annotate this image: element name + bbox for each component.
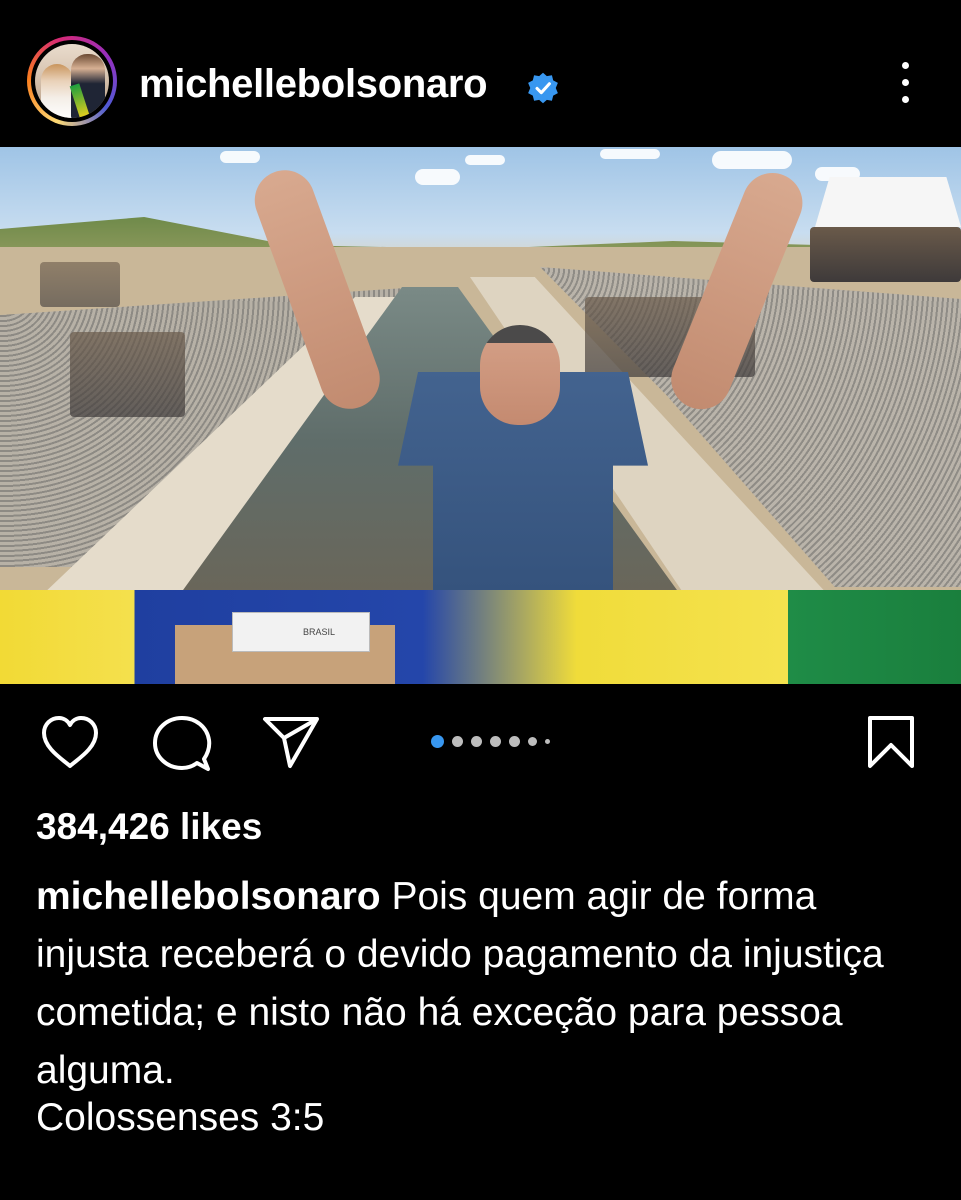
avatar-photo [35, 44, 109, 118]
send-icon[interactable] [262, 714, 320, 770]
likes-count[interactable]: 384,426 likes [36, 806, 262, 848]
carousel-dot [509, 736, 520, 747]
carousel-dot-active [431, 735, 444, 748]
photo-people-left [40, 262, 120, 307]
post-photo[interactable]: BRASIL [0, 147, 961, 684]
post-caption: michellebolsonaro Pois quem agir de form… [36, 868, 936, 1100]
carousel-dot [490, 736, 501, 747]
photo-man-head [480, 325, 560, 425]
avatar-person-left [41, 64, 73, 118]
comment-icon[interactable] [152, 715, 212, 773]
post-actions [0, 684, 961, 794]
post-username[interactable]: michellebolsonaro [139, 62, 488, 107]
verified-badge-icon [528, 72, 558, 104]
caption-reference: Colossenses 3:5 [36, 1096, 325, 1139]
photo-plaque-text: BRASIL [303, 627, 336, 637]
carousel-dot [471, 736, 482, 747]
photo-flag-banner [0, 590, 961, 684]
bookmark-icon[interactable] [866, 714, 916, 770]
carousel-dot [545, 739, 550, 744]
more-vertical-icon[interactable] [892, 58, 920, 108]
photo-plaque: BRASIL [232, 612, 370, 652]
carousel-dot [452, 736, 463, 747]
post-header: michellebolsonaro [0, 0, 961, 147]
caption-username[interactable]: michellebolsonaro [36, 875, 381, 918]
profile-avatar[interactable] [27, 36, 117, 126]
carousel-dot [528, 737, 537, 746]
photo-crowd-right [810, 227, 961, 282]
photo-tent [815, 177, 961, 227]
photo-workers-left [70, 332, 185, 417]
heart-icon[interactable] [40, 715, 100, 771]
avatar-frame [31, 40, 113, 122]
